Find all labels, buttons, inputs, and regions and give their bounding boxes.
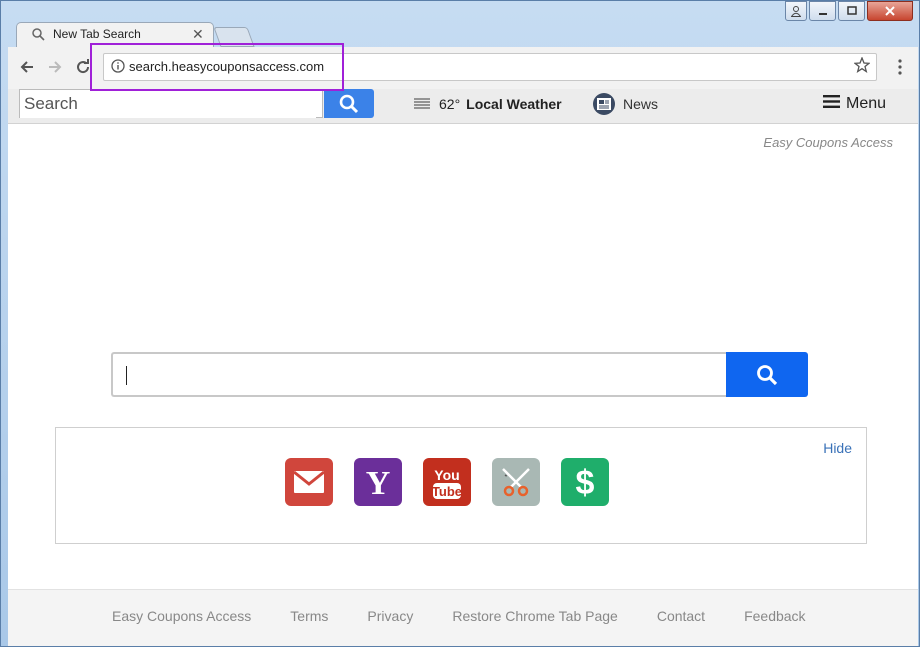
- weather-temp: 62°: [439, 96, 461, 112]
- kebab-icon[interactable]: [898, 59, 902, 80]
- svg-text:Y: Y: [366, 465, 391, 499]
- footer-links: Easy Coupons Access Terms Privacy Restor…: [112, 608, 845, 624]
- star-icon[interactable]: [853, 56, 871, 78]
- top-search-input[interactable]: [20, 90, 316, 118]
- main-search-input[interactable]: [111, 352, 727, 397]
- footer-link-terms[interactable]: Terms: [290, 608, 328, 624]
- main-search: [111, 352, 808, 397]
- back-icon[interactable]: [16, 56, 38, 78]
- weather-icon: [413, 96, 431, 112]
- minimize-icon[interactable]: [809, 1, 836, 21]
- yahoo-icon[interactable]: Y: [354, 458, 402, 506]
- footer: Easy Coupons Access Terms Privacy Restor…: [8, 589, 918, 646]
- top-search-field[interactable]: [19, 89, 323, 118]
- news-link[interactable]: News: [593, 93, 658, 115]
- weather-label: Local Weather: [466, 96, 562, 112]
- maximize-icon[interactable]: [838, 1, 865, 21]
- footer-link-privacy[interactable]: Privacy: [367, 608, 413, 624]
- close-icon[interactable]: [867, 1, 913, 21]
- browser-window: New Tab Search ✕ search.heasycouponsacce…: [0, 0, 920, 647]
- search-icon: [339, 94, 359, 113]
- page-content: 62° Local Weather News Menu Easy Coupons…: [8, 89, 918, 646]
- footer-link-brand[interactable]: Easy Coupons Access: [112, 608, 251, 624]
- brand-name: Easy Coupons Access: [763, 135, 893, 150]
- tab-search-icon: [32, 28, 45, 46]
- scissors-icon[interactable]: [492, 458, 540, 506]
- footer-link-contact[interactable]: Contact: [657, 608, 705, 624]
- search-icon: [757, 364, 778, 385]
- hamburger-icon: [823, 95, 840, 113]
- window-controls: [785, 1, 913, 21]
- svg-text:Tube: Tube: [432, 484, 462, 499]
- weather-widget[interactable]: 62° Local Weather: [413, 96, 562, 112]
- hide-link[interactable]: Hide: [823, 440, 852, 456]
- top-search-button[interactable]: [324, 89, 374, 118]
- news-label: News: [623, 96, 659, 112]
- menu-button[interactable]: Menu: [823, 95, 886, 113]
- main-search-button[interactable]: [726, 352, 808, 397]
- url-highlight-box: [90, 43, 344, 91]
- youtube-icon[interactable]: You Tube: [423, 458, 471, 506]
- dollar-icon[interactable]: $: [561, 458, 609, 506]
- user-icon[interactable]: [785, 1, 807, 21]
- footer-link-feedback[interactable]: Feedback: [744, 608, 805, 624]
- forward-icon[interactable]: [44, 56, 66, 78]
- footer-link-restore[interactable]: Restore Chrome Tab Page: [452, 608, 618, 624]
- text-caret: [126, 366, 127, 385]
- tab-title: New Tab Search: [53, 27, 141, 41]
- tab-close-icon[interactable]: ✕: [192, 26, 204, 43]
- svg-text:You: You: [434, 467, 459, 483]
- gmail-icon[interactable]: [285, 458, 333, 506]
- quick-links-tiles: Y You Tube $: [285, 458, 609, 506]
- quick-links-panel: Hide Y You Tube $: [55, 427, 867, 544]
- menu-label: Menu: [846, 95, 887, 112]
- news-icon: [593, 93, 615, 115]
- top-bar: 62° Local Weather News Menu: [8, 89, 918, 124]
- svg-text:$: $: [576, 464, 595, 500]
